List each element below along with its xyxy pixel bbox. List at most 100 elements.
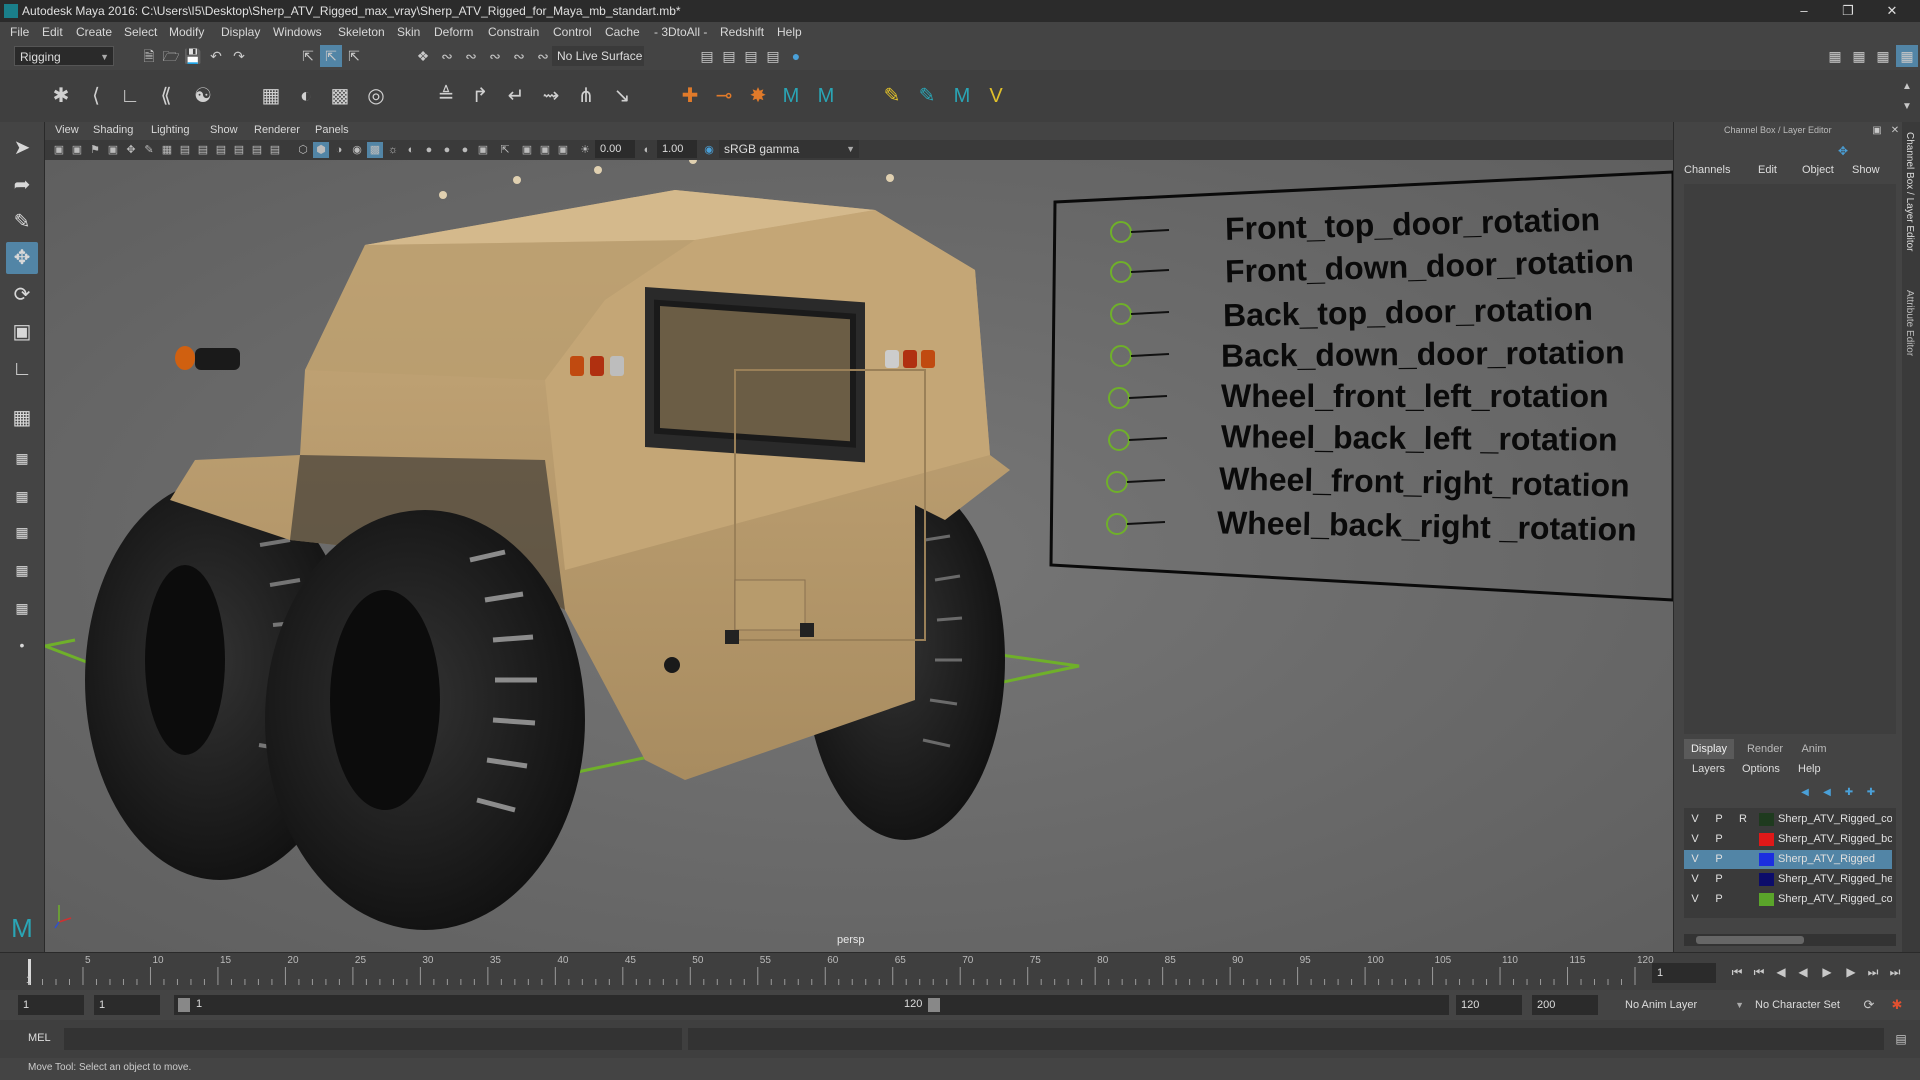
set-driven-key-icon[interactable]: ⊸ <box>710 82 738 110</box>
shadows-icon[interactable]: ◐ <box>403 142 419 158</box>
channel-box-move-icon[interactable]: ✥ <box>1832 140 1854 162</box>
scale-tool-icon[interactable]: ▣ <box>6 316 38 348</box>
four-view-icon[interactable]: ▦ <box>6 442 38 474</box>
ik-spline-icon[interactable]: ∟ <box>116 82 144 110</box>
menu-create[interactable]: Create <box>76 25 112 39</box>
hik-character-icon[interactable]: M <box>812 82 840 110</box>
color-management-icon[interactable]: ◉ <box>701 142 717 158</box>
vp-menu-renderer[interactable]: Renderer <box>254 124 300 136</box>
layer-visible-toggle[interactable]: V <box>1686 830 1704 849</box>
render-icon[interactable]: ▤ <box>718 45 740 67</box>
layer-playback-toggle[interactable]: P <box>1710 810 1728 829</box>
le-menu-help[interactable]: Help <box>1798 763 1821 775</box>
step-forward-key-icon[interactable]: ⏭ <box>1862 961 1884 983</box>
v-icon[interactable]: V <box>982 82 1010 110</box>
select-hierarchy-icon[interactable]: ⇱ <box>297 45 319 67</box>
layer-playback-toggle[interactable]: P <box>1710 870 1728 889</box>
layer-row-selected[interactable]: V P Sherp_ATV_Rigged <box>1684 850 1892 869</box>
screen-space-ao-icon[interactable]: ● <box>421 142 437 158</box>
vp-menu-lighting[interactable]: Lighting <box>151 124 190 136</box>
select-object-icon[interactable]: ⇱ <box>320 45 342 67</box>
mirror-joint-icon[interactable]: ☯ <box>189 82 217 110</box>
gate-mask-icon[interactable]: ▤ <box>213 142 229 158</box>
camera-select-icon[interactable]: ▣ <box>51 142 67 158</box>
persp-graph-icon[interactable]: ▦ <box>6 516 38 548</box>
side-tab-attribute-editor[interactable]: Attribute Editor <box>1904 290 1915 356</box>
ipr-render-icon[interactable]: ▤ <box>740 45 762 67</box>
xray-icon[interactable]: ▣ <box>519 142 535 158</box>
move-tool-icon[interactable]: ✥ <box>6 242 38 274</box>
persp-uv-icon[interactable]: ▦ <box>6 592 38 624</box>
persp-outliner-icon[interactable]: ▦ <box>6 480 38 512</box>
playback-end-field[interactable]: 120 <box>1456 995 1522 1015</box>
menu-skin[interactable]: Skin <box>397 25 420 39</box>
new-layer-selected-icon[interactable]: ✚ <box>1860 782 1882 804</box>
attribute-editor-toggle-icon[interactable]: ▦ <box>1872 45 1894 67</box>
step-back-key-icon[interactable]: ⏮ <box>1748 961 1770 983</box>
tab-anim[interactable]: Anim <box>1792 739 1836 759</box>
single-view-icon[interactable]: ▦ <box>6 402 38 434</box>
command-input[interactable] <box>64 1028 682 1050</box>
layout-options-icon[interactable]: • <box>6 629 38 661</box>
current-frame-field[interactable]: 1 <box>1652 963 1716 983</box>
menu-modify[interactable]: Modify <box>169 25 204 39</box>
shelf-scroll-down-icon[interactable]: ▼ <box>1896 96 1918 118</box>
close-button[interactable]: ✕ <box>1872 2 1912 20</box>
vp-menu-show[interactable]: Show <box>210 124 238 136</box>
scrollbar-thumb[interactable] <box>1696 936 1804 944</box>
select-tool-icon[interactable]: ➤ <box>6 132 38 164</box>
render-settings-icon[interactable]: ▤ <box>762 45 784 67</box>
lasso-tool-icon[interactable]: ➦ <box>6 169 38 201</box>
mudbox-icon[interactable]: M <box>948 82 976 110</box>
use-all-lights-icon[interactable]: ☼ <box>385 142 401 158</box>
character-set-dropdown[interactable]: No Character Set <box>1750 995 1860 1015</box>
camera-attr-icon[interactable]: ▣ <box>69 142 85 158</box>
end-time-field[interactable]: 200 <box>1532 995 1598 1015</box>
cb-menu-show[interactable]: Show <box>1852 164 1880 176</box>
restore-button[interactable]: ❐ <box>1828 2 1868 20</box>
menu-deform[interactable]: Deform <box>434 25 473 39</box>
select-component-icon[interactable]: ⇱ <box>343 45 365 67</box>
play-backward-icon[interactable]: ◀ <box>1792 961 1814 983</box>
menu-cache[interactable]: Cache <box>605 25 640 39</box>
film-gate-icon[interactable]: ▤ <box>177 142 193 158</box>
lattice-icon[interactable]: ▩ <box>326 82 354 110</box>
layer-visible-toggle[interactable]: V <box>1686 810 1704 829</box>
command-language-label[interactable]: MEL <box>28 1032 51 1044</box>
xray-joints-icon[interactable]: ▣ <box>537 142 553 158</box>
last-tool-icon[interactable]: ∟ <box>6 353 38 385</box>
paint-skin-icon[interactable]: ✎ <box>913 82 941 110</box>
textured-icon[interactable]: ▩ <box>367 142 383 158</box>
rotate-tool-icon[interactable]: ⟳ <box>6 279 38 311</box>
layer-color-swatch[interactable] <box>1759 893 1774 906</box>
channel-box-area[interactable] <box>1684 184 1896 734</box>
move-layer-down-icon[interactable]: ◀ <box>1816 782 1838 804</box>
cb-menu-edit[interactable]: Edit <box>1758 164 1777 176</box>
layer-color-swatch[interactable] <box>1759 813 1774 826</box>
tab-render[interactable]: Render <box>1740 739 1790 759</box>
image-plane-icon[interactable]: ▣ <box>105 142 121 158</box>
magnet-icon[interactable]: ∾ <box>532 45 554 67</box>
xray-components-icon[interactable]: ▣ <box>555 142 571 158</box>
layer-row[interactable]: V P Sherp_ATV_Rigged_co <box>1684 890 1892 909</box>
time-slider[interactable]: 1 5 10 15 20 25 30 35 40 45 50 55 60 65 70 75 80 85 90 95 1… <box>0 952 1920 991</box>
ik-handle-icon[interactable]: ⟨ <box>82 82 110 110</box>
new-scene-icon[interactable]: 🗎 <box>138 45 160 67</box>
vp-menu-panels[interactable]: Panels <box>315 124 349 136</box>
menu-file[interactable]: File <box>10 25 29 39</box>
redo-icon[interactable]: ↷ <box>228 45 250 67</box>
side-tab-channel-box[interactable]: Channel Box / Layer Editor <box>1904 132 1915 252</box>
cluster-icon[interactable]: ◎ <box>362 82 390 110</box>
depth-of-field-icon[interactable]: ▣ <box>475 142 491 158</box>
safe-action-icon[interactable]: ▤ <box>249 142 265 158</box>
locator-icon[interactable]: ✚ <box>676 82 704 110</box>
vp-menu-view[interactable]: View <box>55 124 79 136</box>
layer-visible-toggle[interactable]: V <box>1686 890 1704 909</box>
paint-select-icon[interactable]: ✎ <box>6 206 38 238</box>
play-forward-icon[interactable]: ▶ <box>1816 961 1838 983</box>
hypershade-icon[interactable]: ● <box>785 45 807 67</box>
snap-view-icon[interactable]: ∾ <box>484 45 506 67</box>
script-editor-icon[interactable]: ▤ <box>1890 1028 1912 1050</box>
layer-playback-toggle[interactable]: P <box>1710 890 1728 909</box>
wireframe-icon[interactable]: ⬡ <box>295 142 311 158</box>
